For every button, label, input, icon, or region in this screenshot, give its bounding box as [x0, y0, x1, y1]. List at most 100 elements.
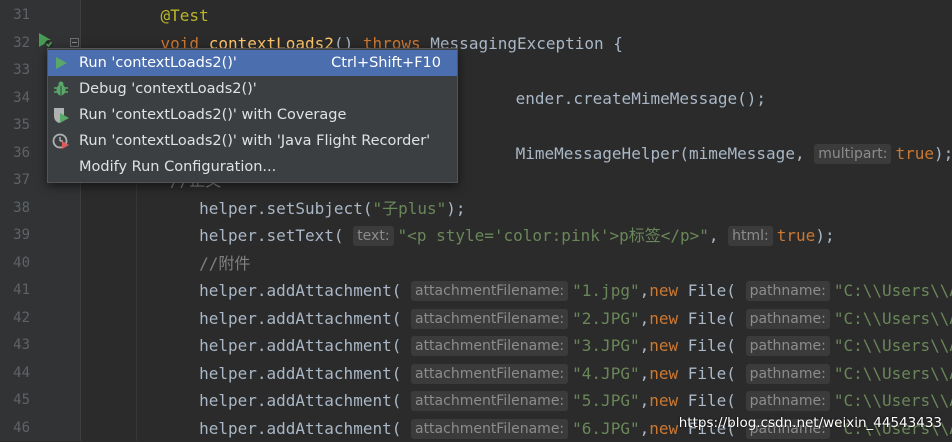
code-line[interactable]: 44 helper.addAttachment( attachmentFilen… — [0, 360, 952, 388]
coverage-icon — [52, 106, 70, 124]
code-text: helper.setSubject("子plus"); — [122, 195, 466, 223]
parameter-hint: attachmentFilename: — [411, 336, 568, 356]
menu-item-run[interactable]: Run 'contextLoads2()' Ctrl+Shift+F10 — [48, 50, 457, 76]
fold-icon[interactable] — [70, 38, 79, 47]
code-token: File( — [688, 309, 746, 328]
code-token: new — [649, 336, 688, 355]
code-token: true — [777, 226, 816, 245]
code-token: "C:\\Users\\Adm — [834, 309, 952, 328]
line-number: 46 — [0, 415, 30, 442]
menu-item-debug[interactable]: Debug 'contextLoads2()' — [48, 76, 457, 102]
code-token: File( — [688, 336, 746, 355]
code-token: , — [640, 391, 650, 410]
code-token: helper.addAttachment( — [199, 364, 411, 383]
parameter-hint: text: — [353, 226, 393, 246]
line-number: 43 — [0, 332, 30, 360]
code-text: MimeMessageHelper(mimeMessage, multipart… — [516, 140, 952, 168]
menu-item-label: Run 'contextLoads2()' — [79, 50, 237, 76]
menu-item-flight-recorder[interactable]: Run 'contextLoads2()' with 'Java Flight … — [48, 128, 457, 154]
parameter-hint: attachmentFilename: — [411, 309, 568, 329]
code-line[interactable]: 43 helper.addAttachment( attachmentFilen… — [0, 332, 952, 360]
code-token: "C:\\Users\\Adm — [834, 336, 952, 355]
parameter-hint: pathname: — [746, 391, 830, 411]
code-token: , — [640, 336, 650, 355]
code-token: MessagingException { — [430, 34, 623, 53]
parameter-hint: attachmentFilename: — [411, 364, 568, 384]
code-token: "2.JPG" — [572, 309, 639, 328]
code-token: , — [640, 281, 650, 300]
menu-item-label: Modify Run Configuration... — [79, 154, 276, 180]
code-token: File( — [688, 391, 746, 410]
line-number: 31 — [0, 2, 30, 30]
code-token: ); — [815, 226, 834, 245]
code-line[interactable]: 45 helper.addAttachment( attachmentFilen… — [0, 387, 952, 415]
menu-item-label: Debug 'contextLoads2()' — [79, 76, 257, 102]
code-editor[interactable]: 31 @Test32 void contextLoads2() throws M… — [0, 0, 952, 441]
line-number: 32 — [0, 30, 30, 58]
code-line[interactable]: 38 helper.setSubject("子plus"); — [0, 195, 952, 223]
line-number: 34 — [0, 85, 30, 113]
code-token: new — [649, 391, 688, 410]
parameter-hint: attachmentFilename: — [411, 391, 568, 411]
line-number: 36 — [0, 140, 30, 168]
code-line[interactable]: 40 //附件 — [0, 250, 952, 278]
code-text: @Test — [122, 2, 209, 30]
parameter-hint: pathname: — [746, 281, 830, 301]
run-gutter-icon[interactable] — [36, 31, 54, 49]
line-number: 38 — [0, 195, 30, 223]
line-number: 41 — [0, 277, 30, 305]
code-token: "C:\\Users\\Adm — [834, 391, 952, 410]
debug-icon — [52, 80, 70, 98]
line-number: 39 — [0, 222, 30, 250]
menu-item-modify-run-configuration[interactable]: Modify Run Configuration... — [48, 154, 457, 180]
watermark-text: https://blog.csdn.net/weixin_44543433 — [679, 415, 942, 431]
line-number: 37 — [0, 167, 30, 195]
code-token: new — [649, 309, 688, 328]
line-number: 33 — [0, 57, 30, 85]
code-text: ender.createMimeMessage(); — [516, 85, 766, 113]
line-number: 40 — [0, 250, 30, 278]
parameter-hint: pathname: — [746, 336, 830, 356]
line-number: 44 — [0, 360, 30, 388]
code-line[interactable]: 39 helper.setText( text: "<p style='color… — [0, 222, 952, 250]
code-token: "C:\\Users\\Adm — [834, 364, 952, 383]
parameter-hint: attachmentFilename: — [411, 281, 568, 301]
code-token: @Test — [161, 6, 209, 25]
flight-recorder-icon — [52, 132, 70, 150]
code-token: //附件 — [199, 254, 250, 273]
code-token: helper.addAttachment( — [199, 391, 411, 410]
code-token: , — [640, 364, 650, 383]
code-token: helper.addAttachment( — [199, 309, 411, 328]
menu-item-shortcut: Ctrl+Shift+F10 — [331, 50, 441, 76]
code-token: helper.addAttachment( — [199, 419, 411, 438]
code-line[interactable]: 31 @Test — [0, 2, 952, 30]
line-number: 42 — [0, 305, 30, 333]
code-token: , — [640, 419, 650, 438]
code-token: "<p style='color:pink'>p标签</p>" — [398, 226, 709, 245]
code-token: "6.JPG" — [572, 419, 639, 438]
parameter-hint: pathname: — [746, 309, 830, 329]
parameter-hint: html: — [728, 226, 773, 246]
code-token: , — [709, 226, 728, 245]
line-number: 45 — [0, 387, 30, 415]
code-token: File( — [688, 281, 746, 300]
code-token: , — [640, 309, 650, 328]
code-text: //附件 — [122, 250, 250, 278]
menu-item-label: Run 'contextLoads2()' with Coverage — [79, 102, 346, 128]
code-text: helper.addAttachment( attachmentFilename… — [122, 305, 952, 333]
code-token: ); — [446, 199, 465, 218]
parameter-hint: attachmentFilename: — [411, 419, 568, 439]
code-token: MimeMessageHelper(mimeMessage, — [516, 144, 815, 163]
code-text: helper.addAttachment( attachmentFilename… — [122, 277, 952, 305]
code-token: new — [649, 364, 688, 383]
code-token: helper.setText( — [199, 226, 353, 245]
code-token: "子plus" — [372, 199, 446, 218]
code-token: "C:\\Users\\Adm — [834, 281, 952, 300]
code-line[interactable]: 41 helper.addAttachment( attachmentFilen… — [0, 277, 952, 305]
run-icon — [52, 54, 70, 72]
code-text: helper.addAttachment( attachmentFilename… — [122, 387, 952, 415]
menu-item-coverage[interactable]: Run 'contextLoads2()' with Coverage — [48, 102, 457, 128]
code-token: new — [649, 281, 688, 300]
code-line[interactable]: 42 helper.addAttachment( attachmentFilen… — [0, 305, 952, 333]
run-context-menu: Run 'contextLoads2()' Ctrl+Shift+F10 Deb… — [47, 48, 458, 183]
